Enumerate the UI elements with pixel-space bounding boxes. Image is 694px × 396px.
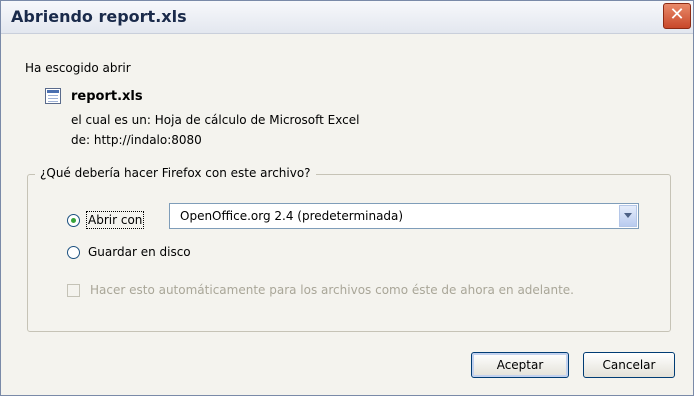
open-with-label[interactable]: Abrir con <box>85 211 145 229</box>
download-dialog: Abriendo report.xls ✕ Ha escogido abrir … <box>0 0 694 396</box>
close-icon: ✕ <box>669 4 685 25</box>
file-source-row: de: http://indalo:8080 <box>71 133 202 147</box>
dialog-body: Ha escogido abrir report.xls el cual es … <box>1 34 693 395</box>
auto-action-label: Hacer esto automáticamente para los arch… <box>90 283 574 297</box>
application-select[interactable]: OpenOffice.org 2.4 (predeterminada) <box>169 203 639 229</box>
save-to-disk-radio[interactable] <box>67 245 80 259</box>
intro-text: Ha escogido abrir <box>25 61 131 75</box>
file-type-row: el cual es un: Hoja de cálculo de Micros… <box>71 113 359 127</box>
window-title: Abriendo report.xls <box>11 7 187 26</box>
auto-action-checkbox <box>67 283 80 297</box>
file-row: report.xls <box>45 86 143 106</box>
title-bar[interactable]: Abriendo report.xls ✕ <box>1 1 693 34</box>
file-source-value: http://indalo:8080 <box>93 133 202 147</box>
auto-action-option: Hacer esto automáticamente para los arch… <box>67 283 574 297</box>
save-to-disk-option[interactable]: Guardar en disco <box>67 245 191 259</box>
file-type-value: Hoja de cálculo de Microsoft Excel <box>154 113 360 127</box>
save-to-disk-label[interactable]: Guardar en disco <box>88 245 191 259</box>
file-name: report.xls <box>71 88 143 104</box>
file-source-label: de: <box>71 133 91 147</box>
spreadsheet-file-icon <box>45 88 61 104</box>
accept-button[interactable]: Aceptar <box>471 352 569 378</box>
action-group-legend: ¿Qué debería hacer Firefox con este arch… <box>35 166 316 180</box>
file-type-label: el cual es un: <box>71 113 151 127</box>
close-button[interactable]: ✕ <box>663 3 691 29</box>
open-with-option[interactable]: Abrir con <box>67 211 145 229</box>
cancel-button[interactable]: Cancelar <box>583 352 675 378</box>
application-select-value: OpenOffice.org 2.4 (predeterminada) <box>180 209 404 223</box>
open-with-radio[interactable] <box>67 213 80 227</box>
chevron-down-icon[interactable] <box>619 205 637 227</box>
